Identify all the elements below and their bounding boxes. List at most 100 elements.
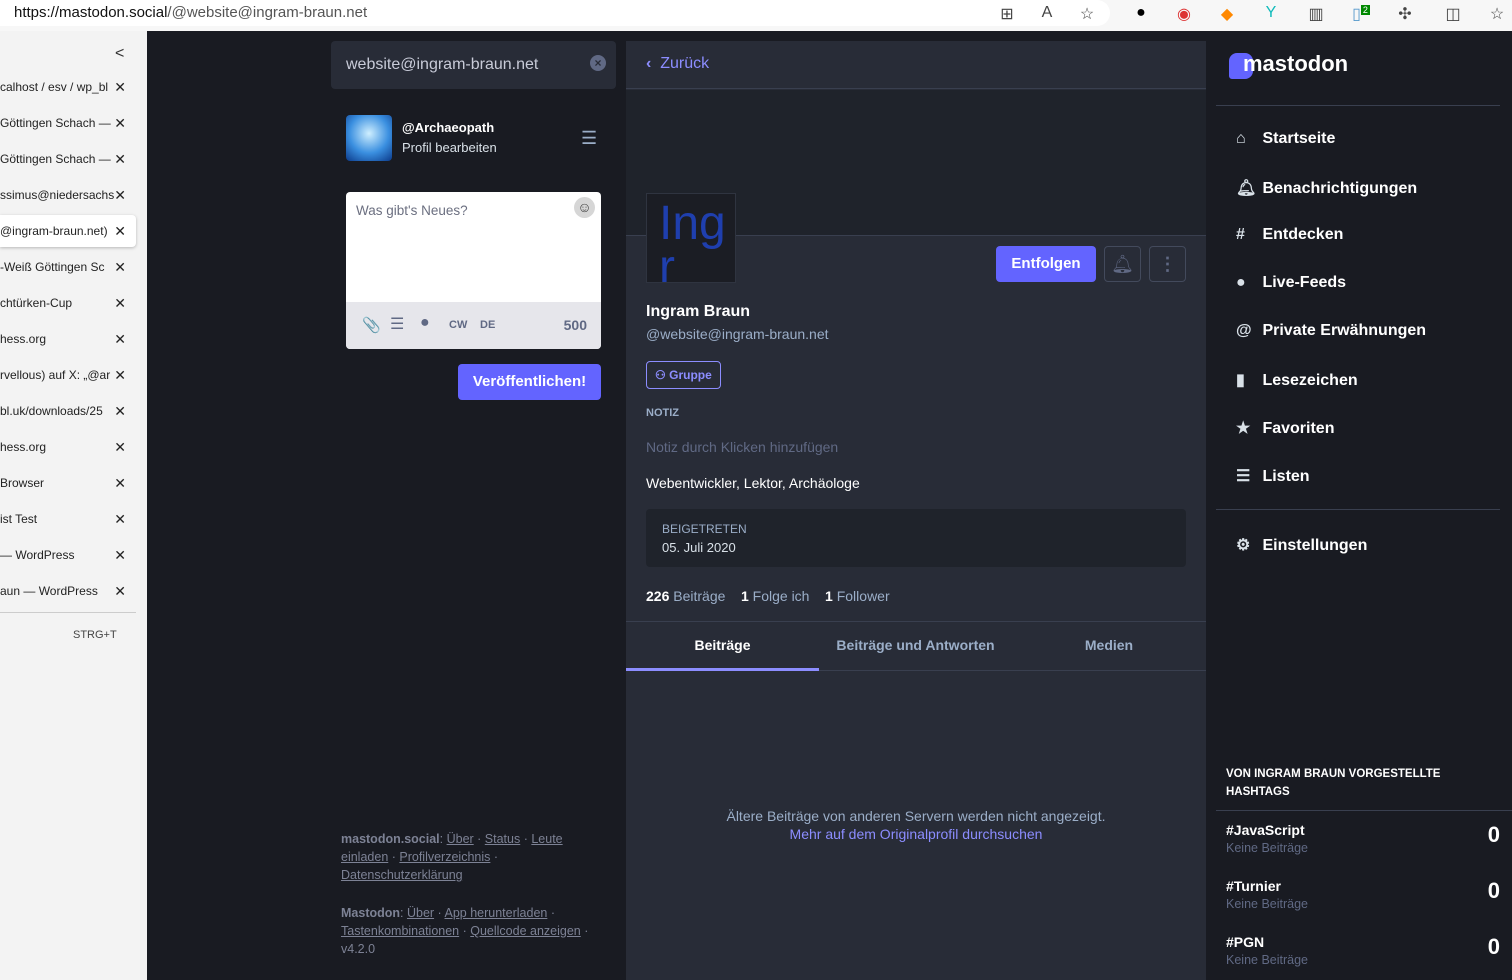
browser-tab[interactable]: ist Test ✕ [0, 503, 136, 535]
source-link[interactable]: Quellcode anzeigen [470, 924, 581, 938]
browser-tab[interactable]: Browser ✕ [0, 467, 136, 499]
close-tab-icon[interactable]: ✕ [114, 71, 126, 103]
browser-tab[interactable]: -Weiß Göttingen Sc ✕ [0, 251, 136, 283]
profile-avatar[interactable]: Ingr Bra [646, 193, 736, 283]
close-tab-icon[interactable]: ✕ [114, 395, 126, 427]
extensions-puzzle-icon[interactable]: ✣ [1394, 4, 1416, 24]
close-tab-icon[interactable]: ✕ [114, 251, 126, 283]
globe-icon[interactable]: ● [420, 314, 430, 332]
read-aloud-icon[interactable]: A [1036, 4, 1058, 22]
url-path: /@website@ingram-braun.net [167, 4, 368, 21]
close-tab-icon[interactable]: ✕ [114, 179, 126, 211]
browser-tab[interactable]: @ingram-braun.net) ✕ [0, 215, 136, 247]
featured-hashtag[interactable]: #PGN Keine Beiträge 0 [1226, 934, 1506, 967]
close-tab-icon[interactable]: ✕ [114, 323, 126, 355]
close-tab-icon[interactable]: ✕ [114, 539, 126, 571]
featured-hashtag[interactable]: #Turnier Keine Beiträge 0 [1226, 878, 1506, 911]
menu-hamburger-icon[interactable]: ☰ [581, 128, 597, 149]
nav-item-at[interactable]: @ Private Erwähnungen [1236, 322, 1426, 340]
browser-tab[interactable]: — WordPress ✕ [0, 539, 136, 571]
tab-media[interactable]: Medien [1012, 621, 1206, 671]
hashtag-name[interactable]: #Turnier [1226, 878, 1506, 894]
collapse-chevron-icon[interactable]: < [115, 45, 124, 63]
avatar[interactable] [346, 115, 392, 161]
nav-item-home[interactable]: ⌂ Startseite [1236, 130, 1335, 148]
close-tab-icon[interactable]: ✕ [114, 107, 126, 139]
browser-tab[interactable]: Göttingen Schach — ✕ [0, 107, 136, 139]
paperclip-icon[interactable]: 📎 [362, 316, 381, 334]
nav-item-gear[interactable]: ⚙ Einstellungen [1236, 535, 1367, 555]
close-tab-icon[interactable]: ✕ [114, 431, 126, 463]
privacy-link[interactable]: Datenschutzerklärung [341, 868, 463, 882]
tab-title: -Weiß Göttingen Sc [0, 260, 105, 274]
apps-icon[interactable]: ⊞ [996, 4, 1018, 24]
extension-icon[interactable]: ◆ [1216, 4, 1238, 24]
nav-item-bookmark[interactable]: ▮ Lesezeichen [1236, 370, 1358, 390]
status-link[interactable]: Status [485, 832, 520, 846]
stat-posts[interactable]: 226 Beiträge [646, 588, 725, 604]
about-link[interactable]: Über [447, 832, 474, 846]
directory-link[interactable]: Profilverzeichnis [399, 850, 490, 864]
favorite-star-icon[interactable]: ☆ [1076, 4, 1098, 24]
compose-textarea[interactable]: Was gibt's Neues? [356, 203, 468, 218]
edit-profile-link[interactable]: Profil bearbeiten [402, 140, 497, 155]
split-screen-icon[interactable]: ◫ [1442, 4, 1464, 24]
vertical-tab-sidebar: < calhost / esv / wp_bl ✕ Göttingen Schach… [0, 31, 147, 980]
browser-tab[interactable]: chtürken-Cup ✕ [0, 287, 136, 319]
poll-icon[interactable]: ☰ [390, 314, 404, 334]
favorites-icon[interactable]: ☆ [1486, 4, 1508, 24]
close-tab-icon[interactable]: ✕ [114, 215, 126, 247]
tab-posts-and-replies[interactable]: Beiträge und Antworten [819, 621, 1012, 671]
nav-item-list[interactable]: ☰ Listen [1236, 466, 1310, 486]
note-input[interactable]: Notiz durch Klicken hinzufügen [646, 439, 838, 455]
back-button[interactable]: ‹ Zurück [646, 55, 709, 73]
extension-icon[interactable]: ▯ 2 [1350, 4, 1372, 24]
about-mastodon-link[interactable]: Über [407, 906, 434, 920]
close-tab-icon[interactable]: ✕ [114, 143, 126, 175]
close-tab-icon[interactable]: ✕ [114, 359, 126, 391]
browser-tab[interactable]: ssimus@niedersachs ✕ [0, 179, 136, 211]
browser-tab[interactable]: bl.uk/downloads/25 ✕ [0, 395, 136, 427]
address-bar[interactable]: https://mastodon.social/@website@ingram-… [0, 0, 1110, 26]
extension-icon[interactable]: ▥ [1305, 4, 1327, 24]
close-tab-icon[interactable]: ✕ [114, 287, 126, 319]
browser-tab[interactable]: Göttingen Schach — ✕ [0, 143, 136, 175]
emoji-icon[interactable]: ☺ [574, 197, 595, 218]
clear-search-icon[interactable]: × [590, 55, 606, 71]
nav-item-hashtag[interactable]: # Entdecken [1236, 226, 1343, 244]
extension-icon[interactable]: ◉ [1173, 4, 1195, 24]
footer-links: mastodon.social: Über · Status · Leute e… [341, 832, 589, 956]
browser-tab[interactable]: hess.org ✕ [0, 323, 136, 355]
nav-item-star[interactable]: ★ Favoriten [1236, 418, 1334, 438]
notify-bell-button[interactable]: 🔔︎ [1104, 246, 1141, 282]
browser-tab[interactable]: hess.org ✕ [0, 431, 136, 463]
close-tab-icon[interactable]: ✕ [114, 575, 126, 607]
close-tab-icon[interactable]: ✕ [114, 503, 126, 535]
featured-hashtag[interactable]: #JavaScript Keine Beiträge 0 [1226, 822, 1506, 855]
content-warning-button[interactable]: CW [449, 319, 467, 331]
extension-lock-icon[interactable]: ● [1130, 4, 1152, 22]
shortcuts-link[interactable]: Tastenkombinationen [341, 924, 459, 938]
tab-posts[interactable]: Beiträge [626, 621, 819, 671]
tab-title: Göttingen Schach — [0, 116, 111, 130]
browser-tab[interactable]: calhost / esv / wp_bl ✕ [0, 71, 136, 103]
original-profile-link[interactable]: Mehr auf dem Originalprofil durchsuchen [626, 825, 1206, 843]
unfollow-button[interactable]: Entfolgen [996, 246, 1096, 282]
nav-item-bell[interactable]: 🔔︎ Benachrichtigungen [1236, 178, 1417, 198]
stat-following[interactable]: 1 Folge ich [741, 588, 810, 604]
close-tab-icon[interactable]: ✕ [114, 467, 126, 499]
my-handle[interactable]: @Archaeopath [402, 120, 494, 135]
nav-item-globe[interactable]: ● Live-Feeds [1236, 274, 1346, 292]
hashtag-name[interactable]: #PGN [1226, 934, 1506, 950]
publish-button[interactable]: Veröffentlichen! [458, 364, 601, 400]
browser-tab[interactable]: aun — WordPress ✕ [0, 575, 136, 607]
extension-icon[interactable]: Y [1260, 4, 1282, 22]
stat-followers[interactable]: 1 Follower [825, 588, 890, 604]
compose-form[interactable]: Was gibt's Neues? ☺ 📎 ☰ ● CW DE 500 [346, 192, 601, 349]
hashtag-name[interactable]: #JavaScript [1226, 822, 1506, 838]
more-options-button[interactable]: ⋮ [1149, 246, 1186, 282]
download-app-link[interactable]: App herunterladen [445, 906, 548, 920]
language-button[interactable]: DE [480, 319, 495, 331]
search-input[interactable]: website@ingram-braun.net × [331, 41, 616, 89]
browser-tab[interactable]: rvellous) auf X: „@ar ✕ [0, 359, 136, 391]
